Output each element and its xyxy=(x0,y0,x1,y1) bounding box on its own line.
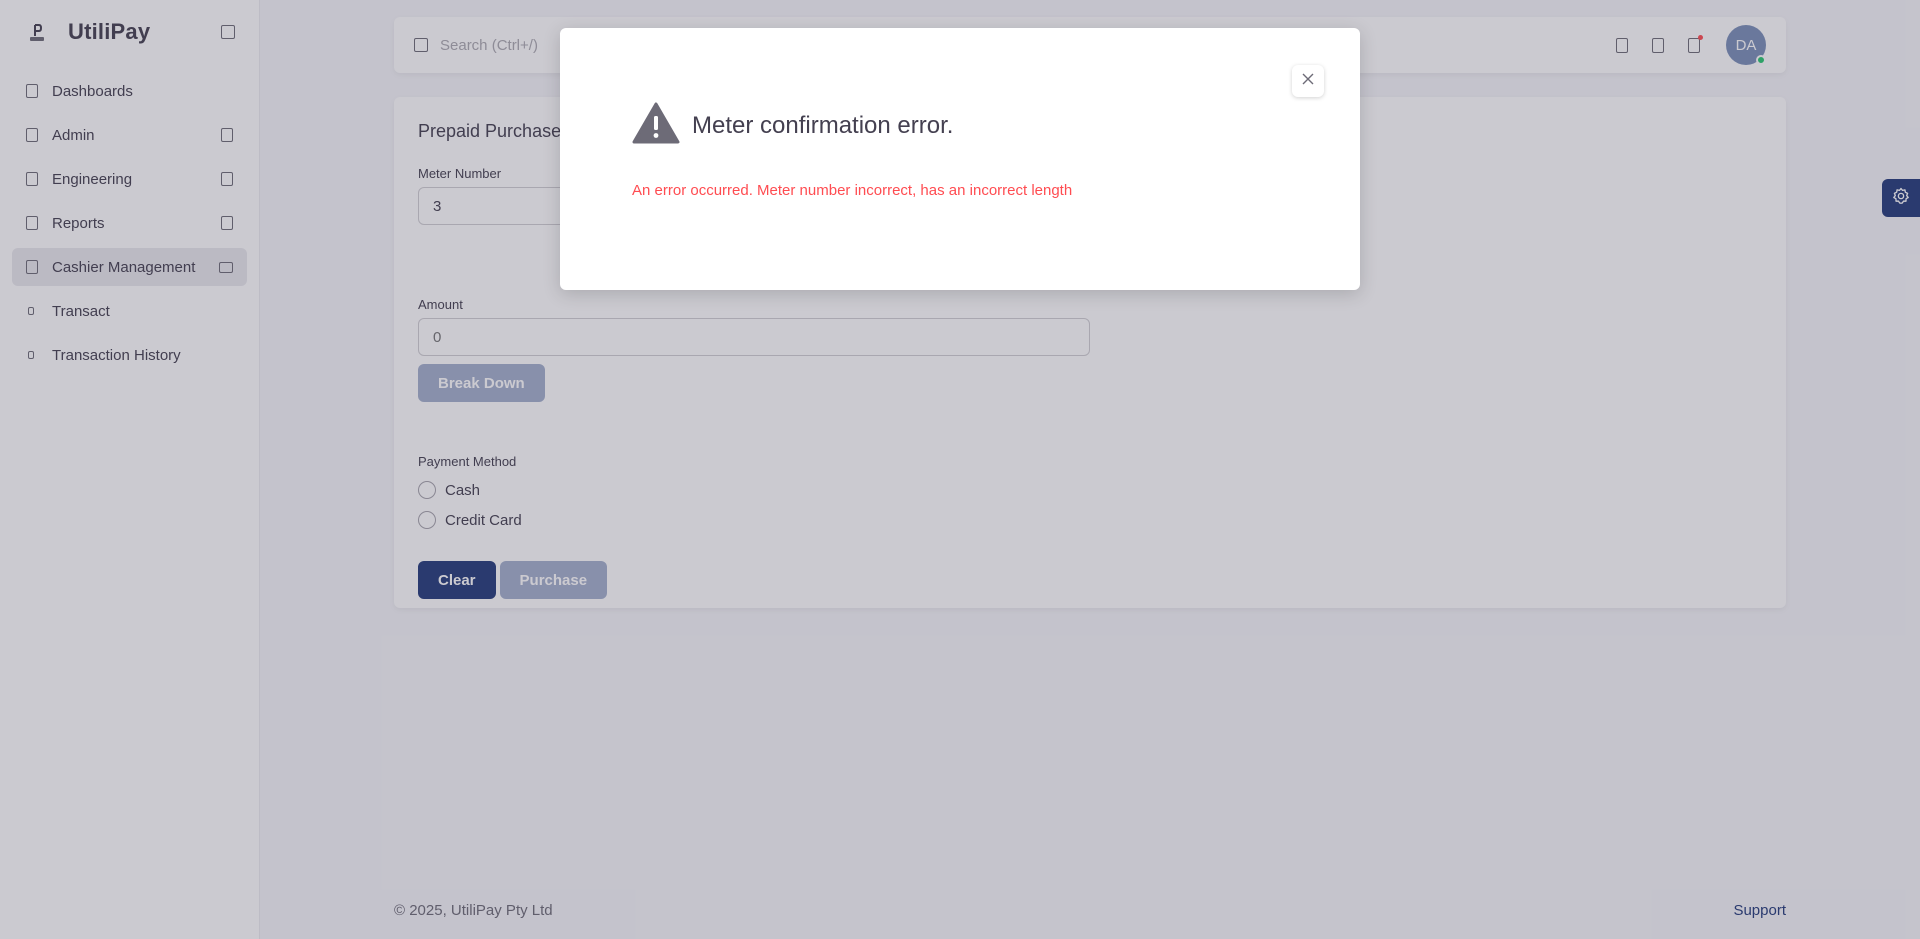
modal-title: Meter confirmation error. xyxy=(692,111,954,139)
modal-header: Meter confirmation error. xyxy=(632,102,953,149)
close-icon xyxy=(1302,72,1314,90)
close-button[interactable] xyxy=(1292,65,1324,97)
error-message: An error occurred. Meter number incorrec… xyxy=(632,182,1073,199)
warning-icon xyxy=(632,102,680,149)
error-modal: Meter confirmation error. An error occur… xyxy=(560,28,1360,290)
